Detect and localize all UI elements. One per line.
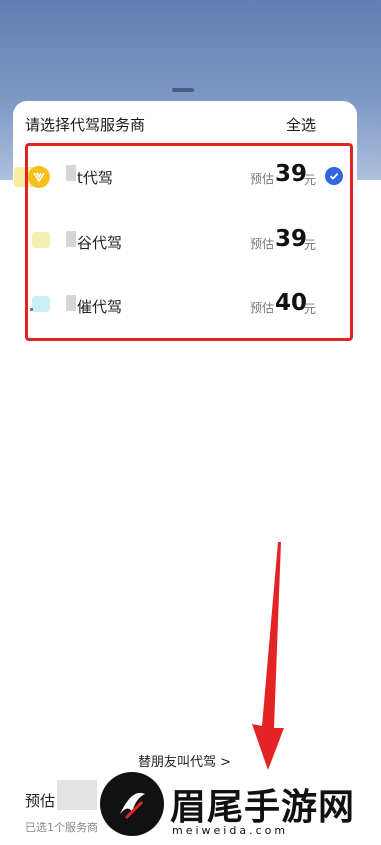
watermark-url: meiweida.com — [172, 824, 289, 837]
watermark-title: 眉尾手游网 — [170, 786, 356, 828]
selected-count-text: 已选1个服务商 — [25, 821, 98, 834]
price-blur — [57, 780, 97, 810]
friend-booking-link[interactable]: 替朋友叫代驾 > — [138, 751, 231, 770]
bottom-estimate-label: 预估 — [25, 792, 56, 810]
watermark-logo-icon — [100, 772, 164, 836]
annotation-arrow — [252, 542, 284, 770]
watermark: 眉尾手游网 meiweida.com — [100, 772, 375, 842]
